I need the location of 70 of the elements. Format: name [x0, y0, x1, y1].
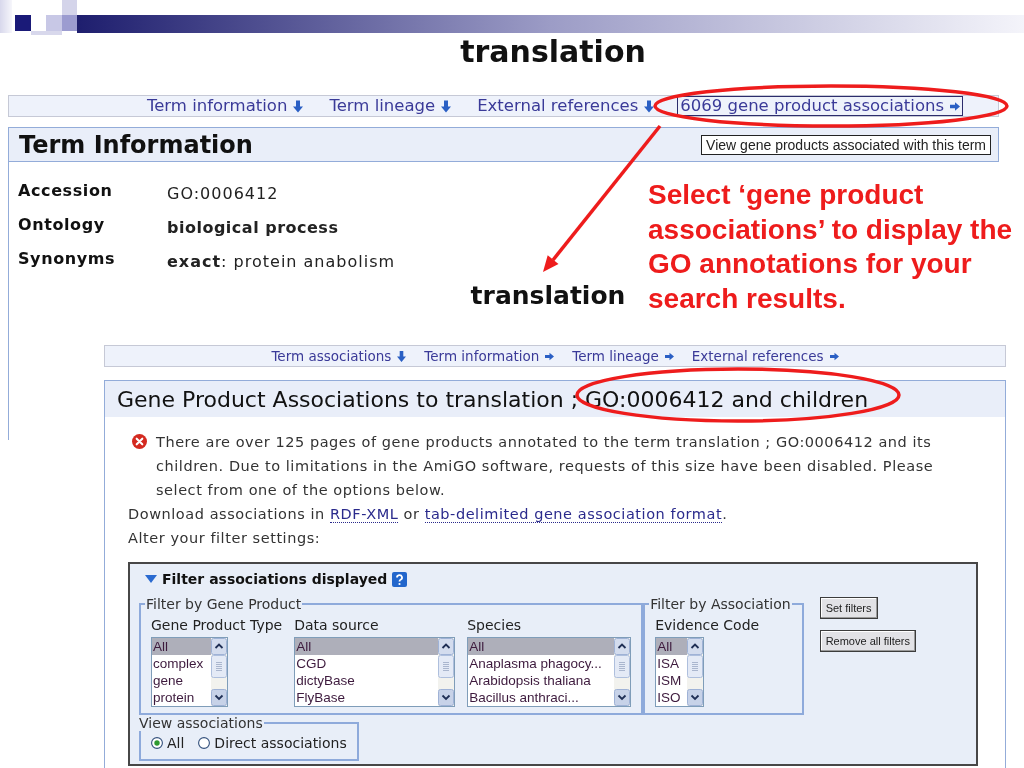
scrollbar[interactable]: [614, 638, 631, 706]
nav-link[interactable]: 6069 gene product associations: [677, 96, 964, 116]
nav-link[interactable]: External references: [688, 346, 842, 366]
action-button[interactable]: Set filters: [819, 597, 878, 619]
field-label: Synonyms: [18, 248, 117, 268]
nav-link[interactable]: Term information: [421, 346, 558, 366]
nav-link[interactable]: Term lineage: [569, 346, 677, 366]
list-box[interactable]: All CGD dictyBase FlyBase: [294, 637, 456, 707]
scrollbar[interactable]: [438, 638, 455, 706]
field-label: Accession: [18, 180, 114, 200]
arrow-down-icon: [293, 99, 304, 113]
nav-link[interactable]: External references: [474, 96, 658, 116]
radio-option[interactable]: Direct associations: [198, 733, 347, 753]
list-box[interactable]: All complex gene protein: [151, 637, 228, 707]
list-option[interactable]: All: [468, 638, 615, 655]
list-option[interactable]: All: [152, 638, 211, 655]
arrow-down-icon: [441, 99, 452, 113]
triangle-down-icon[interactable]: [145, 575, 157, 583]
panel-title: Term Information: [19, 130, 253, 159]
list-option[interactable]: CGD: [295, 655, 439, 672]
list-option[interactable]: Anaplasma phagocy...: [468, 655, 615, 672]
help-icon[interactable]: [392, 571, 408, 587]
action-button[interactable]: Remove all filters: [819, 630, 916, 652]
radio-icon[interactable]: [198, 737, 211, 749]
list-box[interactable]: All Anaplasma phagocy... Arabidopsis thaliana Bacillus anthraci...: [467, 637, 632, 707]
list-option[interactable]: protein: [152, 689, 211, 706]
page-title: translation: [460, 35, 646, 69]
list-label: Gene Product Type: [151, 616, 283, 634]
list-label: Data source: [294, 616, 380, 634]
download-link[interactable]: RDF-XML: [329, 506, 399, 523]
group-legend: Filter by Association: [649, 596, 792, 612]
list-option[interactable]: Arabidopsis thaliana: [468, 672, 615, 689]
list-label: Evidence Code: [655, 616, 760, 634]
nav-link[interactable]: Term lineage: [326, 96, 455, 116]
filter-title: Filter associations displayed: [162, 570, 388, 589]
error-icon: [132, 434, 147, 449]
arrow-down-icon: [397, 350, 407, 362]
page-title: translation: [470, 280, 626, 312]
error-message: There are over 125 pages of gene products annotated to the term translation ; GO:0006412 and its children. Due to limitations in the AmiGO software, requests of this size have been disabled. Please select from one of the options below.: [156, 433, 935, 500]
group-legend: View associations: [138, 715, 264, 731]
scrollbar[interactable]: [687, 638, 704, 706]
list-box[interactable]: All ISA ISM ISO: [655, 637, 705, 707]
field-label: Ontology: [18, 214, 106, 234]
list-option[interactable]: ISA: [656, 655, 688, 672]
download-link[interactable]: tab-delimited gene association format: [424, 506, 723, 523]
list-option[interactable]: Bacillus anthraci...: [468, 689, 615, 706]
list-label: Species: [467, 616, 523, 634]
field-value: biological process: [167, 218, 340, 237]
group-legend: Filter by Gene Product: [145, 596, 303, 612]
scrollbar[interactable]: [211, 638, 227, 706]
list-option[interactable]: All: [656, 638, 688, 655]
radio-icon[interactable]: [151, 737, 163, 749]
list-option[interactable]: ISO: [656, 689, 688, 706]
list-option[interactable]: All: [295, 638, 439, 655]
list-option[interactable]: ISM: [656, 672, 688, 689]
list-option[interactable]: complex: [152, 655, 211, 672]
field-value: exact: protein anabolism: [167, 252, 396, 271]
field-value: GO:0006412: [167, 184, 280, 203]
nav-link[interactable]: Term associations: [268, 346, 410, 366]
tooltip: View gene products associated with this term: [701, 134, 991, 155]
radio-option[interactable]: All: [151, 733, 185, 753]
filter-prompt: Alter your filter settings:: [128, 529, 322, 548]
list-option[interactable]: FlyBase: [295, 689, 439, 706]
callout-text: Select ‘gene product associations’ to display the GO annotations for your search results.: [648, 178, 1014, 316]
list-option[interactable]: gene: [152, 672, 211, 689]
nav-link[interactable]: Term information: [143, 96, 307, 116]
arrow-down-icon: [644, 99, 655, 113]
download-text: Download associations in RDF-XML or tab-delimited gene association format.: [128, 505, 729, 525]
panel-title: Gene Product Associations to translation ; GO:0006412 and children: [117, 386, 869, 412]
list-option[interactable]: dictyBase: [295, 672, 439, 689]
